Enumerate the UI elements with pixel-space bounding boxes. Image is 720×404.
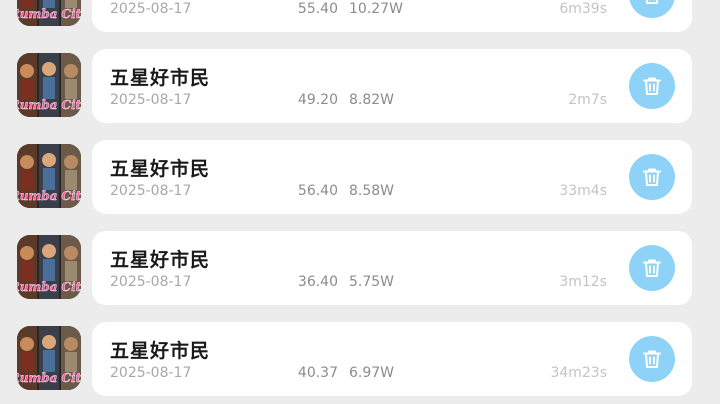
record-views: 5.75W	[349, 274, 395, 290]
record-date: 2025-08-17	[110, 92, 192, 108]
record-score: 55.40	[297, 1, 338, 17]
list-item[interactable]: Rumba City 五星好市民 2025-08-17 49.20 8.82W …	[0, 49, 720, 125]
record-duration: 34m23s	[550, 365, 607, 381]
list-item[interactable]: Rumba City 2025-08-17 55.40 10.27W 6m39s	[0, 0, 720, 34]
trash-icon	[643, 350, 661, 368]
record-score: 56.40	[297, 183, 338, 199]
record-duration: 6m39s	[559, 1, 607, 17]
delete-button[interactable]	[629, 0, 675, 18]
delete-button[interactable]	[629, 245, 675, 291]
record-views: 8.58W	[349, 183, 395, 199]
delete-button[interactable]	[629, 336, 675, 382]
record-list: Rumba City 2025-08-17 55.40 10.27W 6m39s	[0, 0, 720, 404]
record-date: 2025-08-17	[110, 274, 192, 290]
trash-icon	[643, 259, 661, 277]
app-icon-logo-text: Rumba City	[17, 280, 81, 294]
record-score: 36.40	[297, 274, 338, 290]
record-views: 10.27W	[349, 1, 403, 17]
record-card[interactable]: 2025-08-17 55.40 10.27W 6m39s	[92, 0, 692, 32]
app-icon-rumba-city[interactable]: Rumba City	[17, 235, 81, 299]
list-item[interactable]: Rumba City 五星好市民 2025-08-17 36.40 5.75W …	[0, 231, 720, 307]
record-title: 五星好市民	[110, 67, 211, 89]
app-icon-rumba-city[interactable]: Rumba City	[17, 326, 81, 390]
record-title: 五星好市民	[110, 249, 211, 271]
record-card[interactable]: 五星好市民 2025-08-17 36.40 5.75W 3m12s	[92, 231, 692, 305]
record-card[interactable]: 五星好市民 2025-08-17 49.20 8.82W 2m7s	[92, 49, 692, 123]
list-item[interactable]: Rumba City 五星好市民 2025-08-17 40.37 6.97W …	[0, 322, 720, 398]
record-views: 8.82W	[349, 92, 395, 108]
record-views: 6.97W	[349, 365, 395, 381]
record-card[interactable]: 五星好市民 2025-08-17 40.37 6.97W 34m23s	[92, 322, 692, 396]
record-date: 2025-08-17	[110, 183, 192, 199]
record-title: 五星好市民	[110, 340, 211, 362]
app-icon-rumba-city[interactable]: Rumba City	[17, 53, 81, 117]
delete-button[interactable]	[629, 63, 675, 109]
delete-button[interactable]	[629, 154, 675, 200]
trash-icon	[645, 0, 659, 4]
app-icon-logo-text: Rumba City	[17, 371, 81, 385]
record-duration: 2m7s	[568, 92, 607, 108]
list-item[interactable]: Rumba City 五星好市民 2025-08-17 56.40 8.58W …	[0, 140, 720, 216]
app-icon-rumba-city[interactable]: Rumba City	[17, 0, 81, 26]
record-score: 40.37	[297, 365, 338, 381]
app-icon-rumba-city[interactable]: Rumba City	[17, 144, 81, 208]
trash-icon	[643, 168, 661, 186]
record-duration: 3m12s	[559, 274, 607, 290]
record-duration: 33m4s	[559, 183, 607, 199]
app-icon-logo-text: Rumba City	[17, 98, 81, 112]
app-icon-logo-text: Rumba City	[17, 7, 81, 21]
record-date: 2025-08-17	[110, 365, 192, 381]
record-score: 49.20	[297, 92, 338, 108]
trash-icon	[643, 77, 661, 95]
app-icon-logo-text: Rumba City	[17, 189, 81, 203]
record-date: 2025-08-17	[110, 1, 192, 17]
record-card[interactable]: 五星好市民 2025-08-17 56.40 8.58W 33m4s	[92, 140, 692, 214]
record-title: 五星好市民	[110, 158, 211, 180]
